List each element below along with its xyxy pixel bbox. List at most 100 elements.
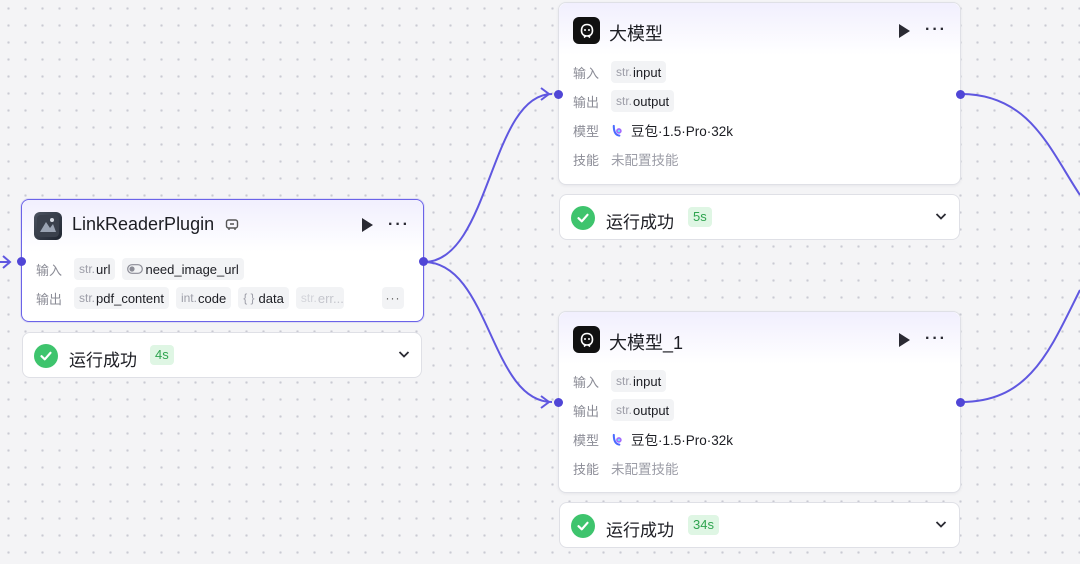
param-name: url — [96, 261, 111, 277]
param-type: str. — [616, 374, 633, 388]
status-text: 运行成功 — [606, 213, 674, 232]
more-options-button[interactable]: ··· — [925, 331, 947, 347]
skill-label: 技能 — [573, 152, 600, 168]
output-param-data: { } data — [238, 287, 289, 309]
param-name: data — [258, 290, 284, 306]
chevron-down-icon[interactable] — [397, 347, 411, 361]
param-type: str. — [616, 94, 633, 108]
param-type: { } — [243, 291, 255, 305]
output-label: 输出 — [573, 94, 600, 110]
param-type: str. — [79, 291, 96, 305]
doubao-model-icon — [612, 124, 622, 137]
success-check-icon — [34, 344, 58, 368]
skill-value: 未配置技能 — [611, 462, 679, 477]
run-node-button[interactable] — [899, 333, 910, 347]
edge-plugin-to-llm1-arrow — [540, 87, 551, 101]
skill-value: 未配置技能 — [611, 153, 679, 168]
plugin-output-port[interactable] — [419, 257, 428, 266]
llm-input-row: 输入 str. input — [573, 370, 673, 392]
success-check-icon — [571, 514, 595, 538]
llm-skill-row: 技能 未配置技能 — [573, 148, 679, 170]
plugin-node-title: LinkReaderPlugin — [72, 214, 239, 235]
output-label: 输出 — [573, 403, 600, 419]
input-param: str. input — [611, 61, 667, 83]
plugin-status-bar[interactable]: 运行成功 4s — [22, 332, 422, 378]
param-name: input — [633, 373, 662, 389]
param-name: output — [633, 93, 670, 109]
toggle-icon — [127, 264, 144, 274]
llm-node-2-input-port[interactable] — [554, 398, 563, 407]
llm-node-2[interactable]: 大模型_1 ··· 输入 str. input 输出 str. output 模… — [558, 311, 961, 493]
llm-output-row: 输出 str. output — [573, 399, 681, 421]
run-node-button[interactable] — [899, 24, 910, 38]
llm-node-1-input-port[interactable] — [554, 90, 563, 99]
plugin-node[interactable]: LinkReaderPlugin ··· 输入 str. url need_im… — [21, 199, 424, 322]
show-more-outputs-button[interactable]: ··· — [382, 287, 404, 309]
model-label: 模型 — [573, 123, 600, 139]
status-text: 运行成功 — [606, 521, 674, 540]
llm-node-1-status-bar[interactable]: 运行成功 5s — [559, 194, 960, 240]
input-param-need-image-url: need_image_url — [122, 258, 244, 280]
edge-plugin-to-llm2 — [423, 261, 553, 403]
param-name: err... — [317, 290, 344, 306]
param-type: str. — [616, 403, 633, 417]
param-name: code — [197, 290, 227, 306]
success-check-icon — [571, 206, 595, 230]
edge-plugin-to-llm1 — [423, 93, 553, 263]
llm-input-row: 输入 str. input — [573, 61, 673, 83]
llm-node-1-output-port[interactable] — [956, 90, 965, 99]
output-param-pdf-content: str. pdf_content — [74, 287, 169, 309]
run-time-badge: 4s — [150, 345, 174, 365]
param-type: str. — [300, 291, 317, 305]
edge-incoming-arrow — [2, 255, 12, 269]
chevron-down-icon[interactable] — [934, 209, 948, 223]
output-param: str. output — [611, 90, 675, 112]
plugin-output-row: 输出 str. pdf_content int. code { } data s… — [36, 287, 351, 309]
param-type: int. — [180, 291, 197, 305]
llm-app-icon — [573, 17, 600, 44]
llm-node-2-output-port[interactable] — [956, 398, 965, 407]
edge-llm1-out — [960, 93, 1080, 196]
doubao-model-icon — [612, 433, 622, 446]
edge-plugin-to-llm2-arrow — [540, 395, 551, 409]
model-label: 模型 — [573, 432, 600, 448]
param-name: output — [633, 402, 670, 418]
model-value: 豆包·1.5·Pro·32k — [611, 120, 733, 140]
run-node-button[interactable] — [362, 218, 373, 232]
llm-output-row: 输出 str. output — [573, 90, 681, 112]
llm-node-2-status-bar[interactable]: 运行成功 34s — [559, 502, 960, 548]
output-label: 输出 — [36, 291, 63, 307]
plugin-badge-icon — [225, 219, 239, 231]
plugin-input-port[interactable] — [17, 257, 26, 266]
output-param-err: str. err... — [295, 287, 344, 309]
model-name: 豆包·1.5·Pro·32k — [631, 124, 734, 139]
input-param: str. input — [611, 370, 667, 392]
param-name: pdf_content — [96, 290, 164, 306]
llm-skill-row: 技能 未配置技能 — [573, 457, 679, 479]
llm-app-icon — [573, 326, 600, 353]
status-text: 运行成功 — [69, 351, 137, 370]
model-name: 豆包·1.5·Pro·32k — [631, 433, 734, 448]
input-label: 输入 — [36, 262, 63, 278]
chevron-down-icon[interactable] — [934, 517, 948, 531]
more-options-button[interactable]: ··· — [388, 217, 410, 233]
edge-llm2-out — [960, 289, 1080, 403]
model-value: 豆包·1.5·Pro·32k — [611, 429, 733, 449]
run-time-badge: 5s — [688, 207, 712, 227]
input-label: 输入 — [573, 65, 600, 81]
plugin-app-icon — [34, 212, 62, 240]
plugin-input-row: 输入 str. url need_image_url — [36, 258, 251, 280]
run-time-badge: 34s — [688, 515, 719, 535]
param-name: input — [633, 64, 662, 80]
output-param: str. output — [611, 399, 675, 421]
llm-node-1[interactable]: 大模型 ··· 输入 str. input 输出 str. output 模型 … — [558, 2, 961, 185]
param-name: need_image_url — [145, 261, 239, 277]
param-type: str. — [616, 65, 633, 79]
skill-label: 技能 — [573, 461, 600, 477]
output-param-code: int. code — [175, 287, 232, 309]
llm-model-row: 模型 豆包·1.5·Pro·32k — [573, 119, 733, 141]
llm-model-row: 模型 豆包·1.5·Pro·32k — [573, 428, 733, 450]
more-options-button[interactable]: ··· — [925, 22, 947, 38]
plugin-title-text: LinkReaderPlugin — [72, 214, 215, 234]
input-param-url: str. url — [74, 258, 116, 280]
